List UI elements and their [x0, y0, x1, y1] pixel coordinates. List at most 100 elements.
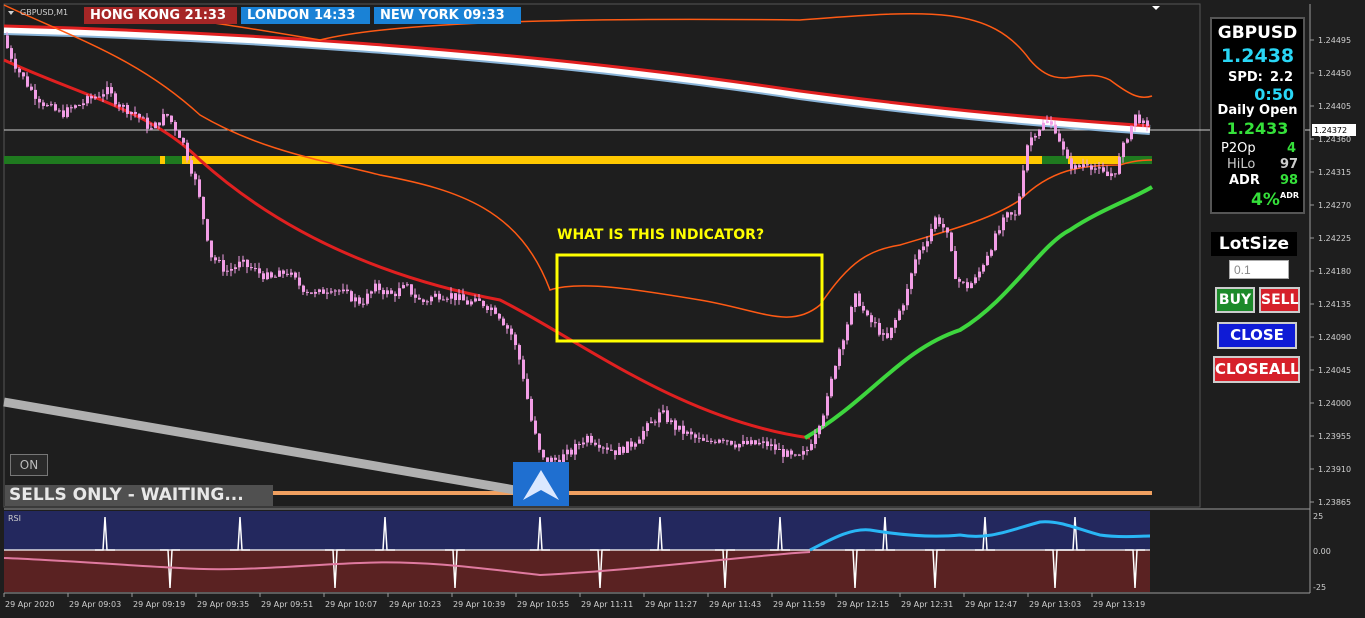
candle-body: [34, 89, 37, 99]
candle-body: [1062, 141, 1065, 150]
lotsize-input[interactable]: [1229, 260, 1289, 279]
candle-body: [350, 291, 353, 302]
candle-body: [870, 315, 873, 323]
candle-body: [926, 241, 929, 247]
candle-body: [610, 449, 613, 451]
candle-body: [998, 230, 1001, 234]
candle-body: [830, 378, 833, 397]
candle-body: [770, 444, 773, 447]
candle-body: [578, 443, 581, 445]
candle-body: [54, 104, 57, 111]
time-tick-label: 29 Apr 11:43: [709, 600, 761, 609]
symbol-label: GBPUSD,M1: [20, 8, 68, 17]
candle-body: [1106, 171, 1109, 177]
lotsize-label: LotSize: [1211, 232, 1297, 256]
time-axis-ticks: 29 Apr 2020 29 Apr 09:03 29 Apr 09:19 29 Ap…: [3, 593, 1145, 609]
candle-body: [594, 442, 597, 445]
time-tick-label: 29 Apr 13:03: [1029, 600, 1081, 609]
candle-body: [442, 299, 445, 301]
time-tick-label: 29 Apr 2020: [5, 600, 54, 609]
candle-body: [790, 450, 793, 455]
candle-body: [602, 447, 605, 449]
candle-body: [494, 307, 497, 314]
candle-body: [346, 289, 349, 292]
candle-body: [702, 438, 705, 441]
sell-button[interactable]: SELL: [1259, 287, 1300, 313]
candle-body: [962, 281, 965, 283]
candle-body: [358, 297, 361, 304]
candle-body: [106, 87, 109, 95]
candle-body: [886, 333, 889, 338]
candle-body: [166, 114, 169, 116]
status-text: SELLS ONLY - WAITING...: [5, 485, 273, 506]
candle-body: [478, 298, 481, 301]
candle-body: [974, 277, 977, 284]
candle-body: [802, 451, 805, 455]
candle-body: [162, 114, 165, 126]
candle-body: [178, 130, 181, 138]
candle-body: [86, 96, 89, 104]
time-tick-label: 29 Apr 11:11: [581, 600, 633, 609]
price-tick-label: 1.24315: [1318, 168, 1351, 177]
candle-body: [874, 322, 877, 324]
candle-body: [598, 444, 601, 448]
candle-body: [182, 137, 185, 143]
candle-body: [14, 58, 17, 69]
candle-body: [498, 313, 501, 319]
candle-body: [406, 284, 409, 286]
candle-body: [134, 111, 137, 114]
candle-body: [458, 294, 461, 301]
candle-body: [230, 268, 233, 271]
candle-body: [838, 349, 841, 366]
candle-body: [198, 179, 201, 197]
annotation-text: WHAT IS THIS INDICATOR?: [557, 227, 764, 243]
price-tick-label: 1.24360: [1318, 135, 1351, 144]
buy-button[interactable]: BUY: [1215, 287, 1255, 313]
candle-body: [674, 420, 677, 430]
candle-body: [942, 224, 945, 228]
time-tick-label: 29 Apr 09:19: [133, 600, 185, 609]
candle-body: [638, 439, 641, 444]
candle-body: [26, 76, 29, 87]
candle-body: [710, 440, 713, 442]
bar-timer: 0:50: [1254, 85, 1294, 104]
candle-body: [930, 228, 933, 242]
candle-body: [966, 282, 969, 289]
candle-body: [382, 290, 385, 295]
p2op-value: 4: [1287, 141, 1297, 156]
time-tick-label: 29 Apr 09:51: [261, 600, 313, 609]
price-tick-label: 1.23955: [1318, 432, 1351, 441]
candle-body: [1086, 164, 1089, 166]
candle-body: [634, 443, 637, 447]
candle-body: [978, 271, 981, 278]
candle-body: [1130, 125, 1133, 140]
candle-body: [466, 300, 469, 305]
price-tick-label: 1.24045: [1318, 366, 1351, 375]
session-new-york: NEW YORK 09:33: [374, 7, 521, 24]
candle-body: [1090, 165, 1093, 170]
candle-body: [834, 365, 837, 379]
candle-body: [422, 299, 425, 302]
candle-body: [554, 457, 557, 460]
time-tick-label: 29 Apr 11:59: [773, 600, 825, 609]
on-toggle-button[interactable]: ON: [10, 454, 48, 476]
candle-body: [1098, 167, 1101, 169]
candle-body: [742, 440, 745, 445]
candle-body: [730, 440, 733, 445]
candle-body: [222, 260, 225, 272]
candle-body: [1138, 114, 1141, 124]
candle-body: [750, 440, 753, 445]
candle-body: [682, 425, 685, 434]
chart-canvas[interactable]: WHAT IS THIS INDICATOR? 1.244951.244501.…: [0, 0, 1365, 618]
candle-body: [514, 334, 517, 346]
candle-body: [626, 441, 629, 453]
panel-symbol: GBPUSD: [1217, 23, 1298, 43]
candle-body: [1142, 120, 1145, 124]
close-button[interactable]: CLOSE: [1217, 322, 1297, 349]
candle-body: [426, 301, 429, 303]
candle-body: [306, 291, 309, 293]
price-tick-label: 1.24495: [1318, 36, 1351, 45]
candle-body: [1078, 165, 1081, 168]
candle-body: [122, 104, 125, 107]
closeall-button[interactable]: CLOSEALL: [1213, 356, 1300, 383]
